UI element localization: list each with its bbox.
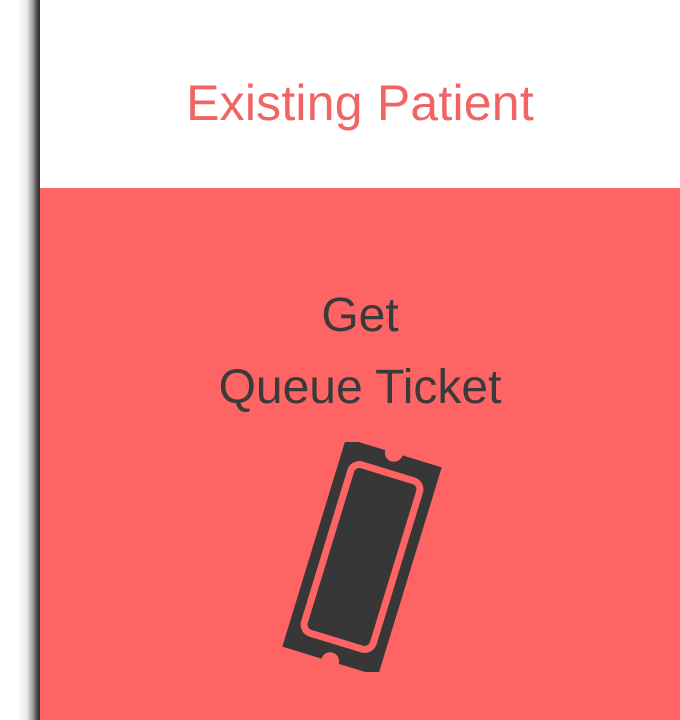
get-queue-ticket-label: Get Queue Ticket: [40, 280, 680, 424]
existing-patient-screen: Existing Patient Get Queue Ticket: [0, 0, 680, 720]
header: Existing Patient: [40, 0, 680, 188]
queue-ticket-label: Queue Ticket: [218, 361, 502, 414]
existing-patient-card: Existing Patient Get Queue Ticket: [40, 0, 680, 720]
ticket-icon: [282, 442, 442, 672]
get-label: Get: [321, 289, 399, 342]
window-edge-shadow: [0, 0, 40, 720]
get-queue-ticket-button[interactable]: Get Queue Ticket: [40, 188, 680, 720]
page-title: Existing Patient: [186, 75, 534, 131]
